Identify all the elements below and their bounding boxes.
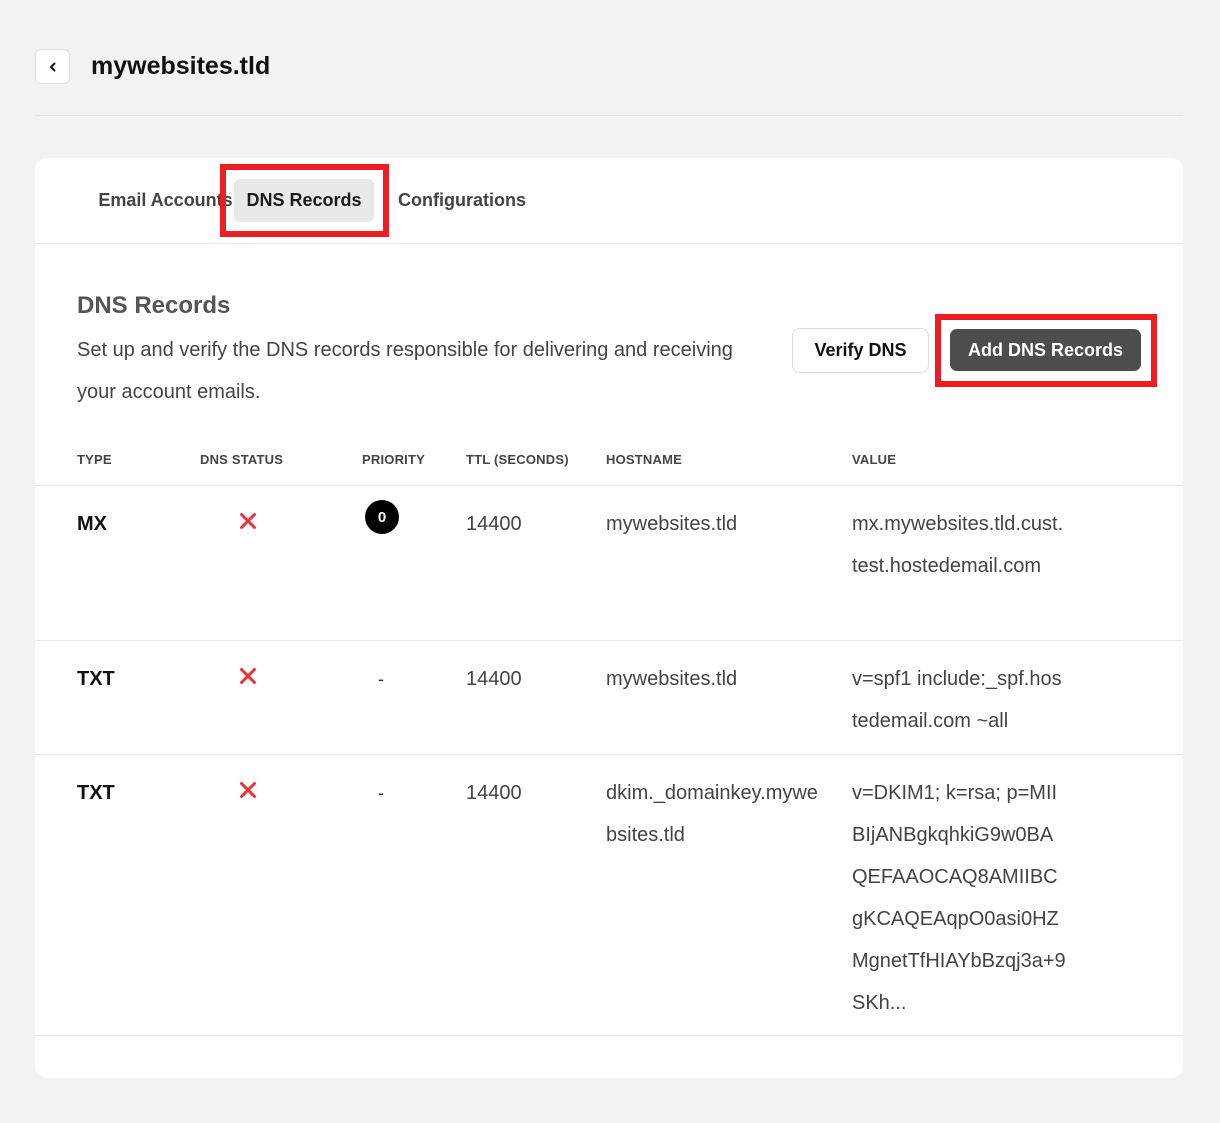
- x-icon: [240, 782, 256, 798]
- header-divider: [35, 115, 1183, 116]
- record-type: TXT: [77, 668, 115, 690]
- column-header-type: TYPE: [77, 452, 112, 467]
- page-title: mywebsites.tld: [91, 52, 271, 80]
- column-header-hostname: HOSTNAME: [606, 452, 682, 467]
- tab-dns-records[interactable]: DNS Records: [234, 179, 374, 222]
- record-ttl: 14400: [466, 513, 522, 535]
- record-hostname: mywebsites.tld: [606, 513, 738, 535]
- column-header-ttl: TTL (SECONDS): [466, 452, 569, 467]
- record-ttl: 14400: [466, 668, 522, 690]
- back-button[interactable]: [35, 49, 70, 84]
- record-ttl: 14400: [466, 782, 522, 804]
- record-priority: -: [378, 783, 384, 803]
- record-type: MX: [77, 513, 107, 535]
- chevron-left-icon: [49, 62, 55, 71]
- x-icon: [240, 513, 256, 529]
- dns-status: [239, 772, 257, 814]
- verify-dns-button[interactable]: Verify DNS: [792, 328, 929, 373]
- dns-card: Email Accounts DNS Records Configuration…: [35, 158, 1183, 1078]
- record-hostname: dkim._domainkey.mywebsites.tld: [606, 782, 818, 846]
- table-row: TXT - 14400 mywebsites.tld v=spf1 includ…: [35, 641, 1183, 755]
- x-icon: [240, 668, 256, 684]
- priority-badge: 0: [365, 500, 399, 534]
- tab-bar: Email Accounts DNS Records Configuration…: [35, 158, 1183, 244]
- section-title: DNS Records: [77, 292, 231, 319]
- record-value: v=spf1 include:_spf.hostedemail.com ~all: [852, 668, 1062, 732]
- column-header-priority: PRIORITY: [362, 452, 425, 467]
- record-priority: -: [378, 669, 384, 689]
- dns-status: [239, 503, 257, 545]
- tab-email-accounts[interactable]: Email Accounts: [73, 179, 258, 222]
- record-value: mx.mywebsites.tld.cust.test.hostedemail.…: [852, 513, 1064, 577]
- table-row: MX 0 14400 mywebsites.tld mx.mywebsites.…: [35, 486, 1183, 641]
- record-value: v=DKIM1; k=rsa; p=MIIBIjANBgkqhkiG9w0BAQ…: [852, 782, 1066, 1014]
- column-header-dns-status: DNS STATUS: [200, 452, 284, 467]
- record-type: TXT: [77, 782, 115, 804]
- record-hostname: mywebsites.tld: [606, 668, 738, 690]
- tab-configurations[interactable]: Configurations: [387, 179, 537, 222]
- section-description: Set up and verify the DNS records respon…: [77, 339, 733, 403]
- add-dns-records-button[interactable]: Add DNS Records: [950, 329, 1141, 371]
- dns-status: [239, 658, 257, 700]
- column-header-value: VALUE: [852, 452, 897, 467]
- table-row: TXT - 14400 dkim._domainkey.mywebsites.t…: [35, 755, 1183, 1036]
